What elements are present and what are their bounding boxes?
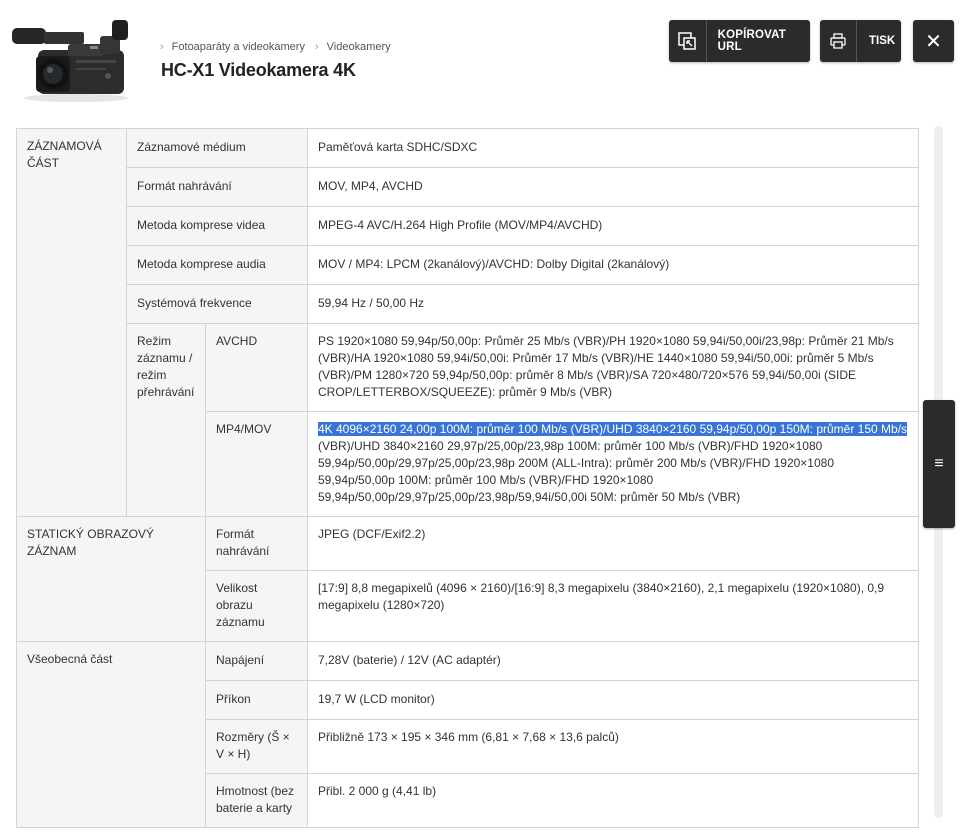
drag-handle-icon: ≡ xyxy=(934,455,944,472)
spec-label: Hmotnost (bez baterie a karty xyxy=(205,773,308,828)
spec-label: Formát nahrávání xyxy=(205,516,308,571)
group-recording: ZÁZNAMOVÁ ČÁST xyxy=(16,128,127,517)
table-row: Metoda komprese videa MPEG-4 AVC/H.264 H… xyxy=(17,206,919,246)
breadcrumb-item-cameras[interactable]: Fotoaparáty a videokamery xyxy=(172,41,305,53)
spec-table: ZÁZNAMOVÁ ČÁST Záznamové médium Paměťová… xyxy=(16,128,919,828)
spec-value: PS 1920×1080 59,94p/50,00p: Průměr 25 Mb… xyxy=(307,323,919,412)
copy-url-button[interactable]: KOPÍROVAT URL xyxy=(669,20,810,62)
copy-url-label: KOPÍROVAT URL xyxy=(717,29,787,53)
print-button[interactable]: TISK xyxy=(820,20,901,62)
print-label: TISK xyxy=(869,35,896,47)
spec-value-rest: (VBR)/UHD 3840×2160 29,97p/25,00p/23,98p… xyxy=(318,439,834,504)
table-row: Formát nahrávání MOV, MP4, AVCHD xyxy=(17,167,919,207)
close-icon: ✕ xyxy=(925,30,942,53)
selected-text[interactable]: 4K 4096×2160 24,00p 100M: průměr 100 Mb/… xyxy=(318,422,908,436)
spec-label: Formát nahrávání xyxy=(126,167,308,207)
chevron-right-icon: › xyxy=(160,41,164,53)
spec-value: Paměťová karta SDHC/SDXC xyxy=(307,128,919,168)
table-row: STATICKÝ OBRAZOVÝ ZÁZNAM Formát nahráván… xyxy=(16,516,919,642)
breadcrumb-item-camcorders[interactable]: Videokamery xyxy=(327,41,391,53)
page-title: HC-X1 Videokamera 4K xyxy=(161,60,356,80)
spec-value: Přibližně 173 × 195 × 346 mm (6,81 × 7,6… xyxy=(307,719,919,774)
group-general: Všeobecná část xyxy=(16,641,206,828)
spec-value: [17:9] 8,8 megapixelů (4096 × 2160)/[16:… xyxy=(307,570,919,642)
spec-value: MOV, MP4, AVCHD xyxy=(307,167,919,207)
spec-table-viewport[interactable]: ZÁZNAMOVÁ ČÁST Záznamové médium Paměťová… xyxy=(16,116,919,837)
scrollbar-thumb[interactable]: ≡ xyxy=(923,400,955,528)
spec-value: MOV / MP4: LPCM (2kanálový)/AVCHD: Dolby… xyxy=(307,245,919,285)
spec-value: JPEG (DCF/Exif2.2) xyxy=(307,516,919,571)
spec-value: 4K 4096×2160 24,00p 100M: průměr 100 Mb/… xyxy=(307,411,919,517)
product-image xyxy=(8,14,134,104)
spec-value: 59,94 Hz / 50,00 Hz xyxy=(307,284,919,324)
spec-label: Záznamové médium xyxy=(126,128,308,168)
spec-sublabel: AVCHD xyxy=(205,323,308,412)
spec-label: Příkon xyxy=(205,680,308,720)
spec-label: Metoda komprese audia xyxy=(126,245,308,285)
spec-label: Metoda komprese videa xyxy=(126,206,308,246)
spec-label: Velikost obrazu záznamu xyxy=(205,570,308,642)
table-row: Systémová frekvence 59,94 Hz / 50,00 Hz xyxy=(17,284,919,324)
spec-value: 19,7 W (LCD monitor) xyxy=(307,680,919,720)
table-row: Metoda komprese audia MOV / MP4: LPCM (2… xyxy=(17,245,919,285)
spec-sublabel: MP4/MOV xyxy=(205,411,308,517)
printer-icon xyxy=(820,20,857,62)
copy-link-icon xyxy=(669,20,707,62)
close-button[interactable]: ✕ xyxy=(913,20,954,62)
spec-label: Režim záznamu / režim přehrávání xyxy=(126,323,206,517)
table-row: ZÁZNAMOVÁ ČÁST Záznamové médium Paměťová… xyxy=(16,128,919,517)
table-row: Všeobecná část Napájení 7,28V (baterie) … xyxy=(16,641,919,828)
spec-label: Rozměry (Š × V × H) xyxy=(205,719,308,774)
spec-label: Napájení xyxy=(205,641,308,681)
spec-label: Systémová frekvence xyxy=(126,284,308,324)
group-still: STATICKÝ OBRAZOVÝ ZÁZNAM xyxy=(16,516,206,642)
spec-value: MPEG-4 AVC/H.264 High Profile (MOV/MP4/A… xyxy=(307,206,919,246)
chevron-right-icon: › xyxy=(314,41,319,53)
spec-value: 7,28V (baterie) / 12V (AC adaptér) xyxy=(307,641,919,681)
breadcrumb: › Fotoaparáty a videokamery › Videokamer… xyxy=(160,41,401,53)
spec-value: Přibl. 2 000 g (4,41 lb) xyxy=(307,773,919,828)
table-row: Režim záznamu / režim přehrávání AVCHD P… xyxy=(17,323,919,517)
